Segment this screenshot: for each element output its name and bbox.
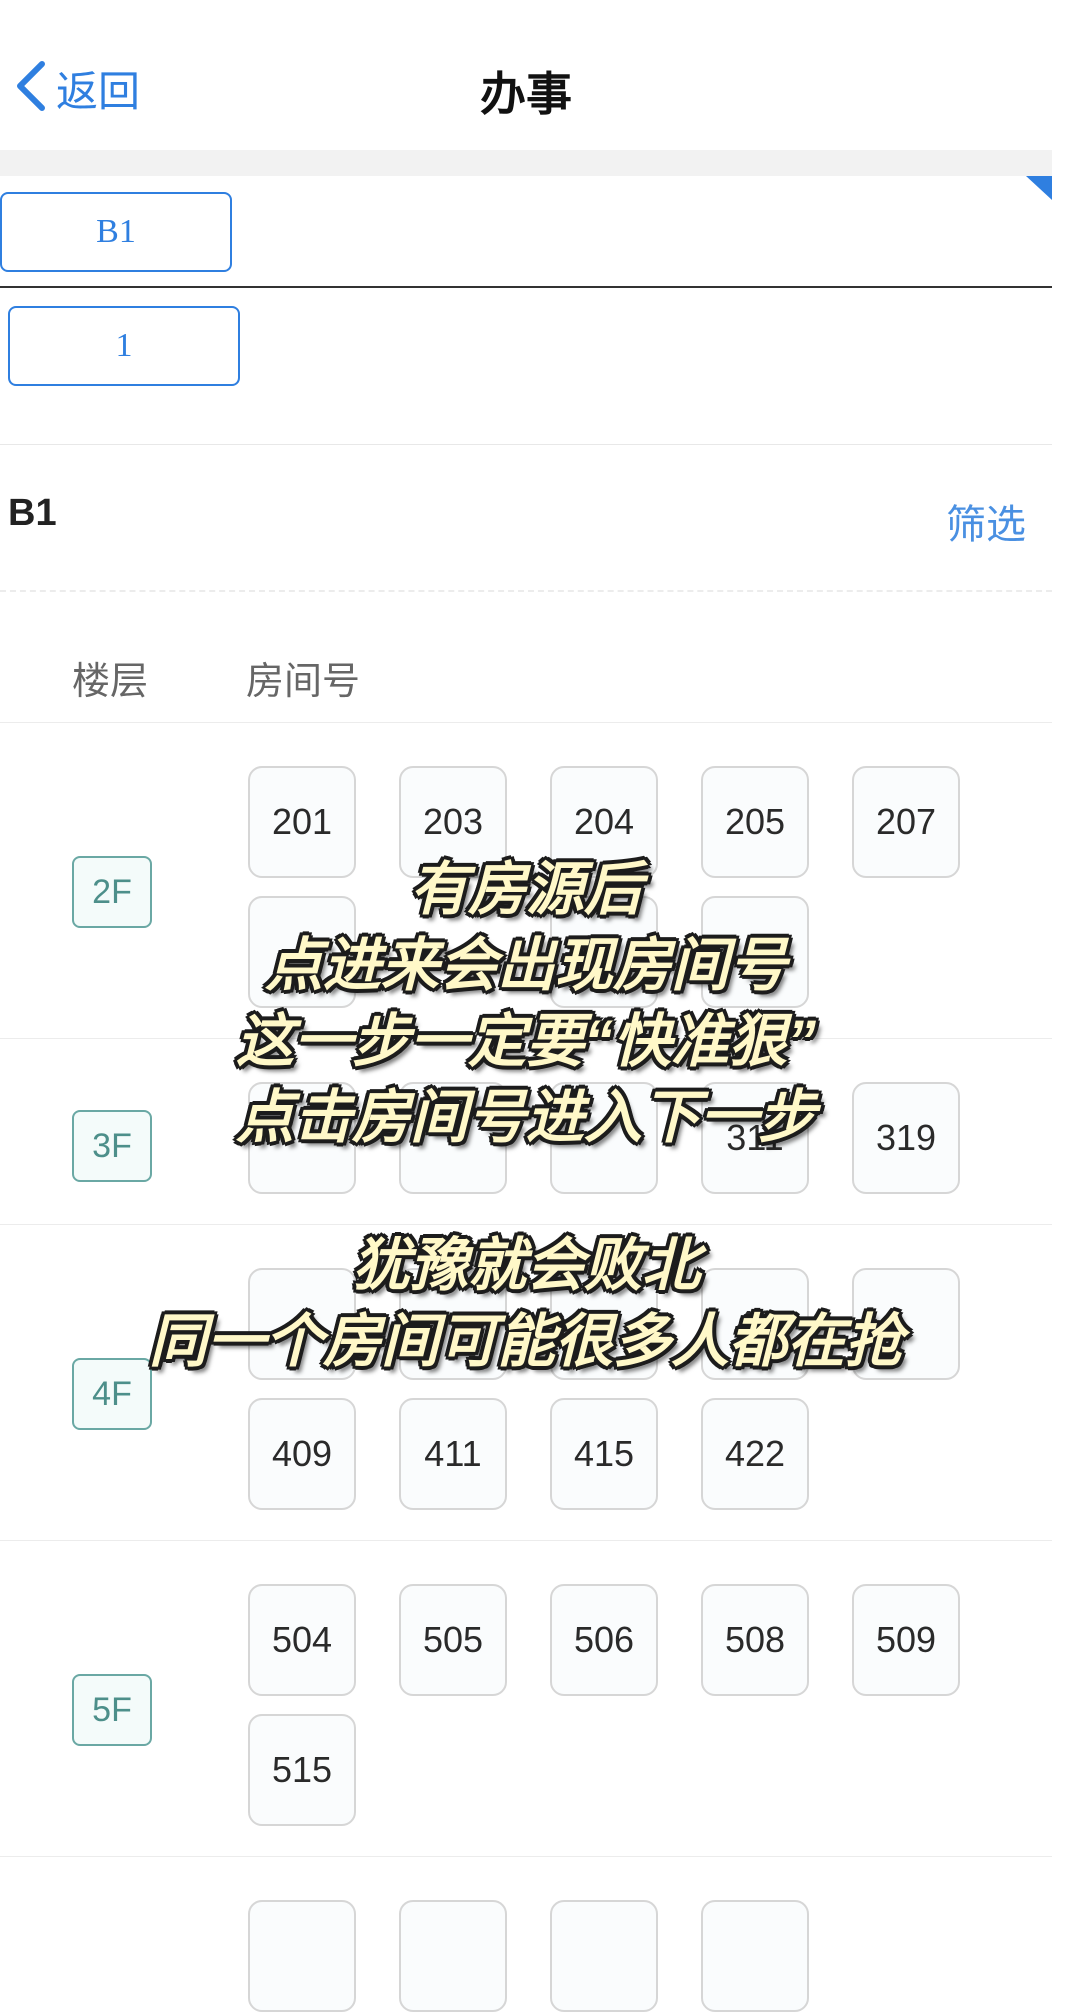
floor-row-5f: 5F 504 505 506 508 509 515 [0, 1540, 1052, 1857]
room-button[interactable] [248, 1900, 356, 2012]
room-button[interactable]: 506 [550, 1584, 658, 1696]
section-header: B1 筛选 [0, 444, 1052, 592]
building-tab-b1[interactable]: B1 [0, 192, 232, 272]
table-header: 楼层 房间号 [0, 590, 1052, 723]
floor-badge: 5F [72, 1674, 152, 1746]
room-button[interactable]: 415 [550, 1398, 658, 1510]
room-column-header: 房间号 [246, 661, 361, 703]
overlay-caption: 犹豫就会败北 [351, 1233, 700, 1298]
room-button[interactable]: 505 [399, 1584, 507, 1696]
unit-tab-row: 1 [0, 288, 1052, 445]
room-button[interactable] [701, 1900, 809, 2012]
building-tab-row: B1 [0, 176, 1052, 288]
room-button[interactable]: 515 [248, 1714, 356, 1826]
floor-column-header: 楼层 [72, 661, 149, 703]
floor-row-next [0, 1856, 1052, 2012]
filter-button[interactable]: 筛选 [946, 492, 1026, 550]
room-button[interactable] [399, 1900, 507, 2012]
room-button[interactable]: 422 [701, 1398, 809, 1510]
overlay-caption: 有房源后 [409, 857, 642, 922]
room-button[interactable]: 509 [852, 1584, 960, 1696]
page-title: 办事 [480, 68, 572, 120]
room-button[interactable]: 508 [701, 1584, 809, 1696]
overlay-caption: 点进来会出现房间号 [264, 933, 787, 998]
section-title: B1 [8, 492, 57, 534]
overlay-caption: 同一个房间可能很多人都在抢 [148, 1309, 903, 1374]
room-button[interactable]: 411 [399, 1398, 507, 1510]
navigation-bar: 返回 办事 [0, 0, 1052, 150]
unit-tab-1[interactable]: 1 [8, 306, 240, 386]
room-button[interactable]: 504 [248, 1584, 356, 1696]
room-button[interactable] [550, 1900, 658, 2012]
right-edge-strip [1052, 0, 1080, 1920]
overlay-caption: 这一步一定要“快准狠” [235, 1009, 816, 1074]
header-divider-bar [0, 150, 1052, 176]
room-button[interactable]: 409 [248, 1398, 356, 1510]
overlay-caption: 点击房间号进入下一步 [235, 1085, 816, 1150]
